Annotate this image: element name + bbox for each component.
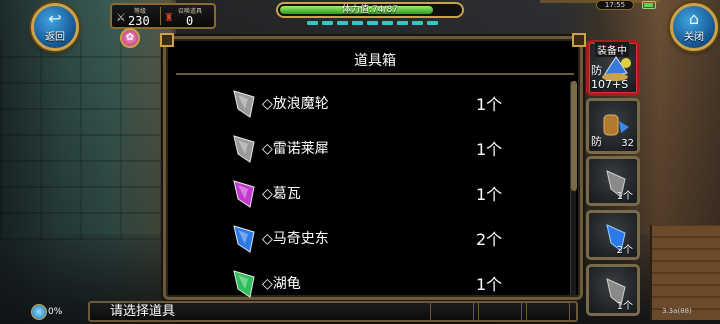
bottom-tabs [430,303,570,320]
item-box-panel: 道具箱 ◇放浪魔轮 1个 ◇雷诺莱犀 1个 ◇葛瓦 1个 ◇马奇史东 2个 ◇湖龟 1个 [160,33,586,300]
item-row[interactable]: ◇雷诺莱犀 1个 [176,126,566,171]
items-value: 0 [186,14,194,28]
panel-title: 道具箱 [176,47,574,75]
bottom-tab[interactable] [526,303,570,320]
level-value: 230 [128,14,150,28]
bottom-tab[interactable] [430,303,474,320]
item-quantity: 1个 [476,275,503,294]
item-name: ◇放浪魔轮 [262,96,329,112]
wooden-crate [650,225,720,320]
item-list: ◇放浪魔轮 1个 ◇雷诺莱犀 1个 ◇葛瓦 1个 ◇马奇史东 2个 ◇湖龟 1个 [176,81,566,306]
item-count: 1个 [616,191,633,202]
gift-icon[interactable]: ✿ [120,28,140,48]
bottom-tab[interactable] [478,303,522,320]
crystal-shard-icon [233,135,255,163]
item-row[interactable]: ◇马奇史东 2个 [176,216,566,261]
item-name: ◇雷诺莱犀 [262,141,329,157]
bottom-message-bar: 请选择道具 [88,301,578,322]
equipped-slot[interactable]: 装备中 防107+S [586,40,640,96]
crystal-shard-icon [233,180,255,208]
clock: 17:55 [596,0,634,10]
back-button-label: 返回 [45,32,65,43]
scrollbar-thumb[interactable] [571,81,577,191]
stat-divider [160,7,161,25]
crystal-shard-icon [233,270,255,298]
summon-item-icon: ♜ [164,11,174,24]
panel-corner-ornament [160,33,174,47]
exp-percent: 0% [48,307,63,317]
item-count: 1个 [616,301,633,312]
equipment-slot[interactable]: 2个 [586,210,640,260]
select-item-prompt: 请选择道具 [110,304,176,319]
equipment-slot[interactable]: 防 32 [586,98,640,154]
defense-label: 防107+S [591,64,629,91]
crystal-shard-icon [233,225,255,253]
crystal-shard-icon [233,90,255,118]
item-count: 2个 [616,245,633,256]
item-quantity: 1个 [476,140,503,159]
stamina-text: 体力值:74/87 [342,5,398,15]
exp-orb-icon [31,304,47,320]
item-list-scrollbar[interactable] [570,81,577,295]
close-button[interactable]: ⌂ 关闭 [670,3,718,51]
panel-corner-ornament [572,33,586,47]
stone-wall [0,40,175,240]
item-name: ◇马奇史东 [262,231,329,247]
return-arrow-icon: ↩ [48,9,62,28]
item-quantity: 2个 [476,230,503,249]
item-row[interactable]: ◇葛瓦 1个 [176,171,566,216]
version-label: 3.3a(88) [662,307,692,315]
home-icon: ⌂ [688,9,700,28]
item-quantity: 1个 [476,185,503,204]
player-stat-plate: ⚔ 等级 230 ♜ 召唤道具 0 [110,3,216,29]
back-button[interactable]: ↩ 返回 [31,3,79,51]
close-button-label: 关闭 [684,32,704,43]
battery-icon [642,1,656,9]
defense-value: 32 [621,138,634,149]
item-row[interactable]: ◇湖龟 1个 [176,261,566,306]
item-name: ◇葛瓦 [262,186,301,202]
item-row[interactable]: ◇放浪魔轮 1个 [176,81,566,126]
equipment-slot[interactable]: 1个 [586,156,640,206]
item-quantity: 1个 [476,95,503,114]
stamina-segments [307,21,438,25]
level-icon: ⚔ [116,11,126,24]
defense-caption: 防 [591,135,602,148]
stamina-bar: 体力值:74/87 [276,2,464,18]
equipment-slot[interactable]: 1个 [586,264,640,316]
item-name: ◇湖龟 [262,276,301,292]
